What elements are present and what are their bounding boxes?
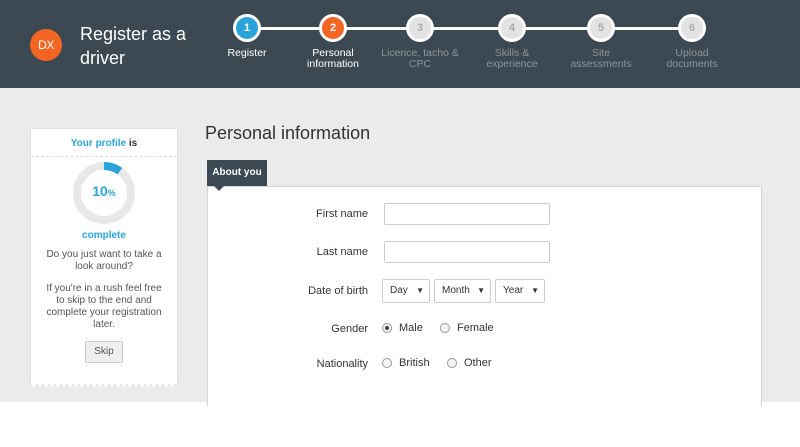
step-number: 3 [406, 14, 434, 42]
dob-year-value: Year [503, 285, 524, 296]
gender-label: Gender [331, 323, 368, 335]
step-label: Licence, tacho & CPC [381, 47, 459, 70]
step-number: 2 [319, 14, 347, 42]
step-licence[interactable]: 3 Licence, tacho & CPC [375, 14, 465, 70]
gender-female-radio[interactable]: Female [440, 322, 494, 334]
last-name-input[interactable] [384, 241, 550, 263]
divider [31, 156, 177, 157]
dob-month-value: Month [442, 285, 470, 296]
step-label: Upload documents [666, 47, 718, 70]
personal-info-form: First name Last name Date of birth Day ▼ … [207, 186, 762, 406]
chevron-down-icon: ▼ [416, 286, 424, 295]
radio-unchecked-icon [440, 323, 450, 333]
step-label: Personal information [307, 47, 359, 70]
look-around-text: Do you just want to take a look around? [46, 249, 162, 272]
step-number: 1 [233, 14, 261, 42]
dob-month-select[interactable]: Month ▼ [434, 279, 491, 303]
last-name-label: Last name [316, 246, 368, 258]
step-number: 6 [678, 14, 706, 42]
nationality-label: Nationality [316, 358, 368, 370]
profile-title-highlight: Your profile [70, 138, 127, 149]
complete-label: complete [82, 230, 126, 241]
step-number: 5 [587, 14, 615, 42]
gender-male-label: Male [399, 322, 423, 334]
radio-unchecked-icon [447, 358, 457, 368]
gender-male-radio[interactable]: Male [382, 322, 423, 334]
skip-button[interactable]: Skip [85, 341, 123, 363]
chevron-down-icon: ▼ [477, 286, 485, 295]
percent-value: 10 [92, 183, 108, 199]
step-register[interactable]: 1 Register [202, 14, 292, 59]
dob-label: Date of birth [308, 285, 368, 297]
step-label: Skills & experience [486, 47, 538, 70]
profile-title: Your profile is [31, 138, 177, 149]
dx-logo: DX [30, 29, 62, 61]
step-skills[interactable]: 4 Skills & experience [467, 14, 557, 70]
step-label: Site assessments [570, 47, 632, 70]
step-site-assessments[interactable]: 5 Site assessments [556, 14, 646, 70]
profile-progress-card: Your profile is 10% complete Do you just… [31, 129, 177, 388]
profile-title-rest: is [126, 138, 138, 149]
registration-stepper: 1 Register 2 Personal information 3 Lice… [205, 0, 765, 88]
page-brand-title: Register as a driver [80, 24, 187, 68]
step-label: Register [227, 47, 267, 59]
nationality-british-label: British [399, 357, 430, 369]
chevron-down-icon: ▼ [531, 286, 539, 295]
progress-ring: 10% [72, 161, 136, 225]
radio-checked-icon [382, 323, 392, 333]
nationality-other-label: Other [464, 357, 492, 369]
top-header: DX Register as a driver 1 Register 2 Per… [0, 0, 800, 88]
dob-day-value: Day [390, 285, 408, 296]
gender-female-label: Female [457, 322, 494, 334]
skip-info-text: If you're in a rush feel free to skip to… [46, 283, 162, 330]
nationality-british-radio[interactable]: British [382, 357, 430, 369]
dob-year-select[interactable]: Year ▼ [495, 279, 545, 303]
first-name-input[interactable] [384, 203, 550, 225]
tab-caret-icon [214, 186, 224, 191]
percent-unit: % [107, 188, 116, 198]
dob-day-select[interactable]: Day ▼ [382, 279, 430, 303]
page-title: Personal information [205, 123, 371, 143]
step-upload-documents[interactable]: 6 Upload documents [647, 14, 737, 70]
progress-percent: 10% [72, 183, 136, 199]
step-number: 4 [498, 14, 526, 42]
radio-unchecked-icon [382, 358, 392, 368]
tab-about-you[interactable]: About you [207, 160, 267, 186]
nationality-other-radio[interactable]: Other [447, 357, 492, 369]
step-personal-information[interactable]: 2 Personal information [288, 14, 378, 70]
card-zigzag-edge [31, 383, 177, 388]
first-name-label: First name [316, 208, 368, 220]
